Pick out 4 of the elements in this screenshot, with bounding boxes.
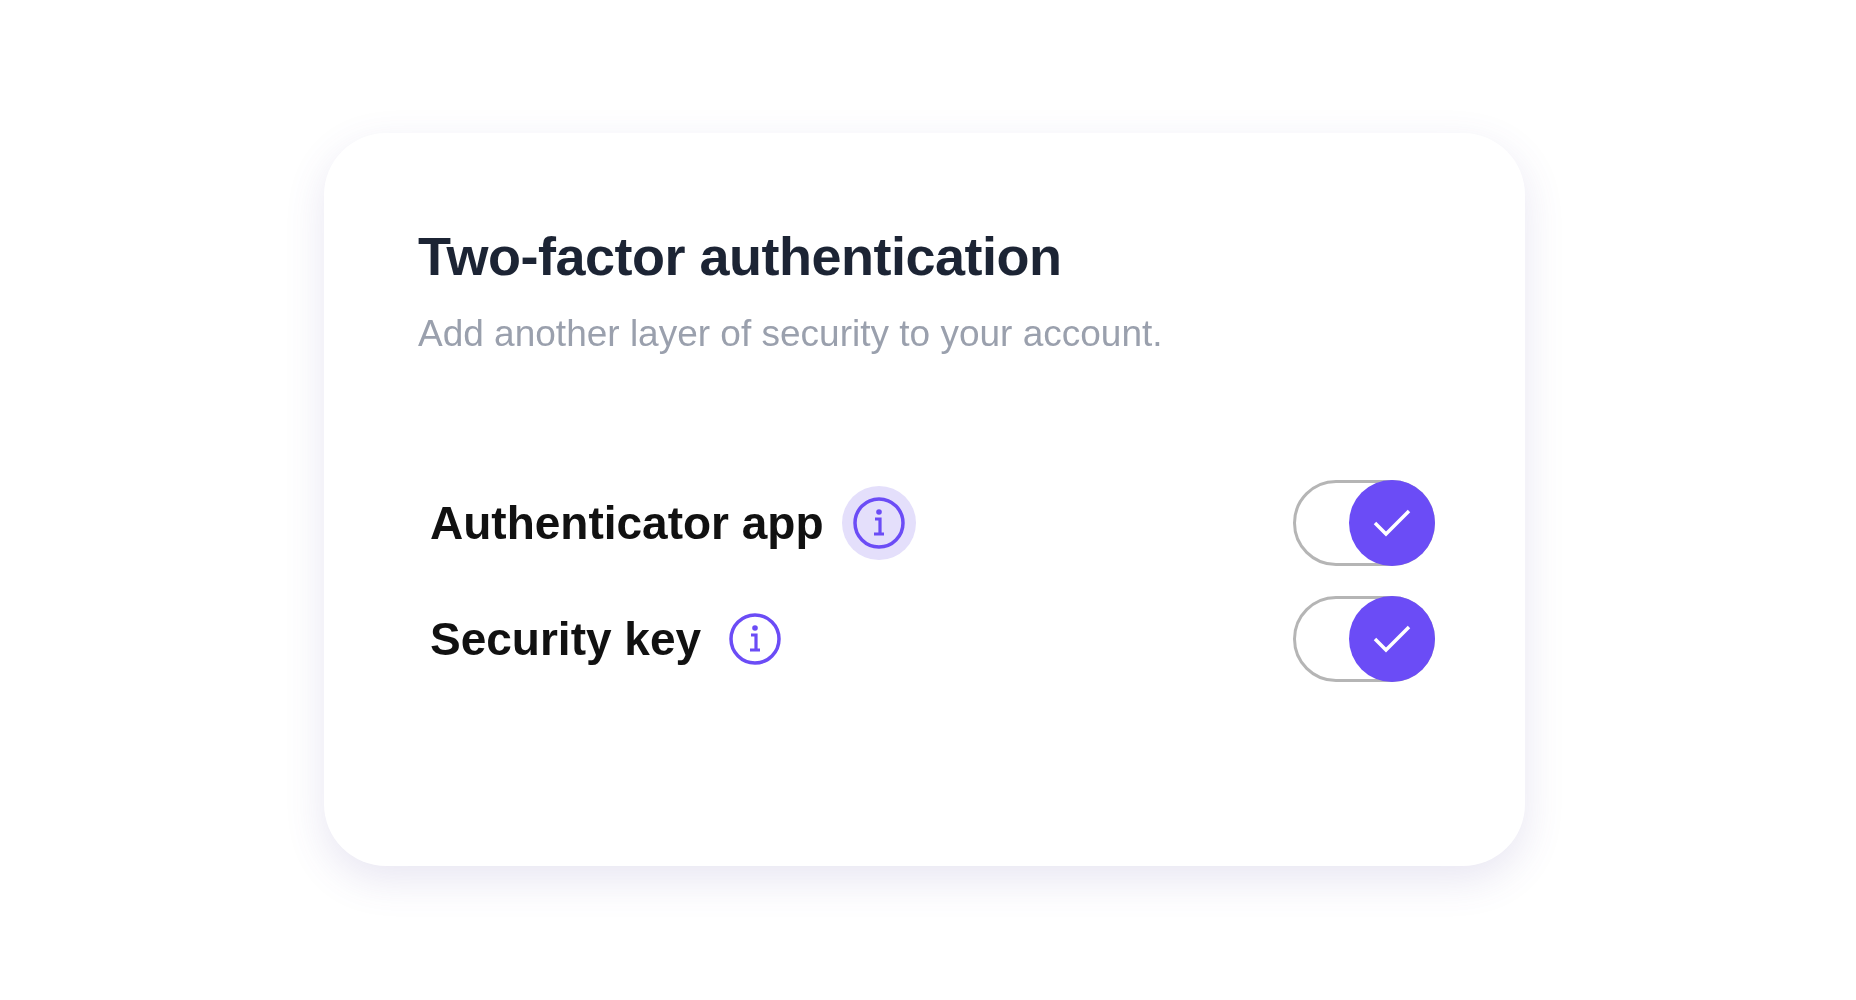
card-title: Two-factor authentication [418,225,1063,287]
option-label: Security key [430,612,702,666]
option-label: Authenticator app [430,496,824,550]
card-subtitle: Add another layer of security to your account. [418,313,1164,355]
